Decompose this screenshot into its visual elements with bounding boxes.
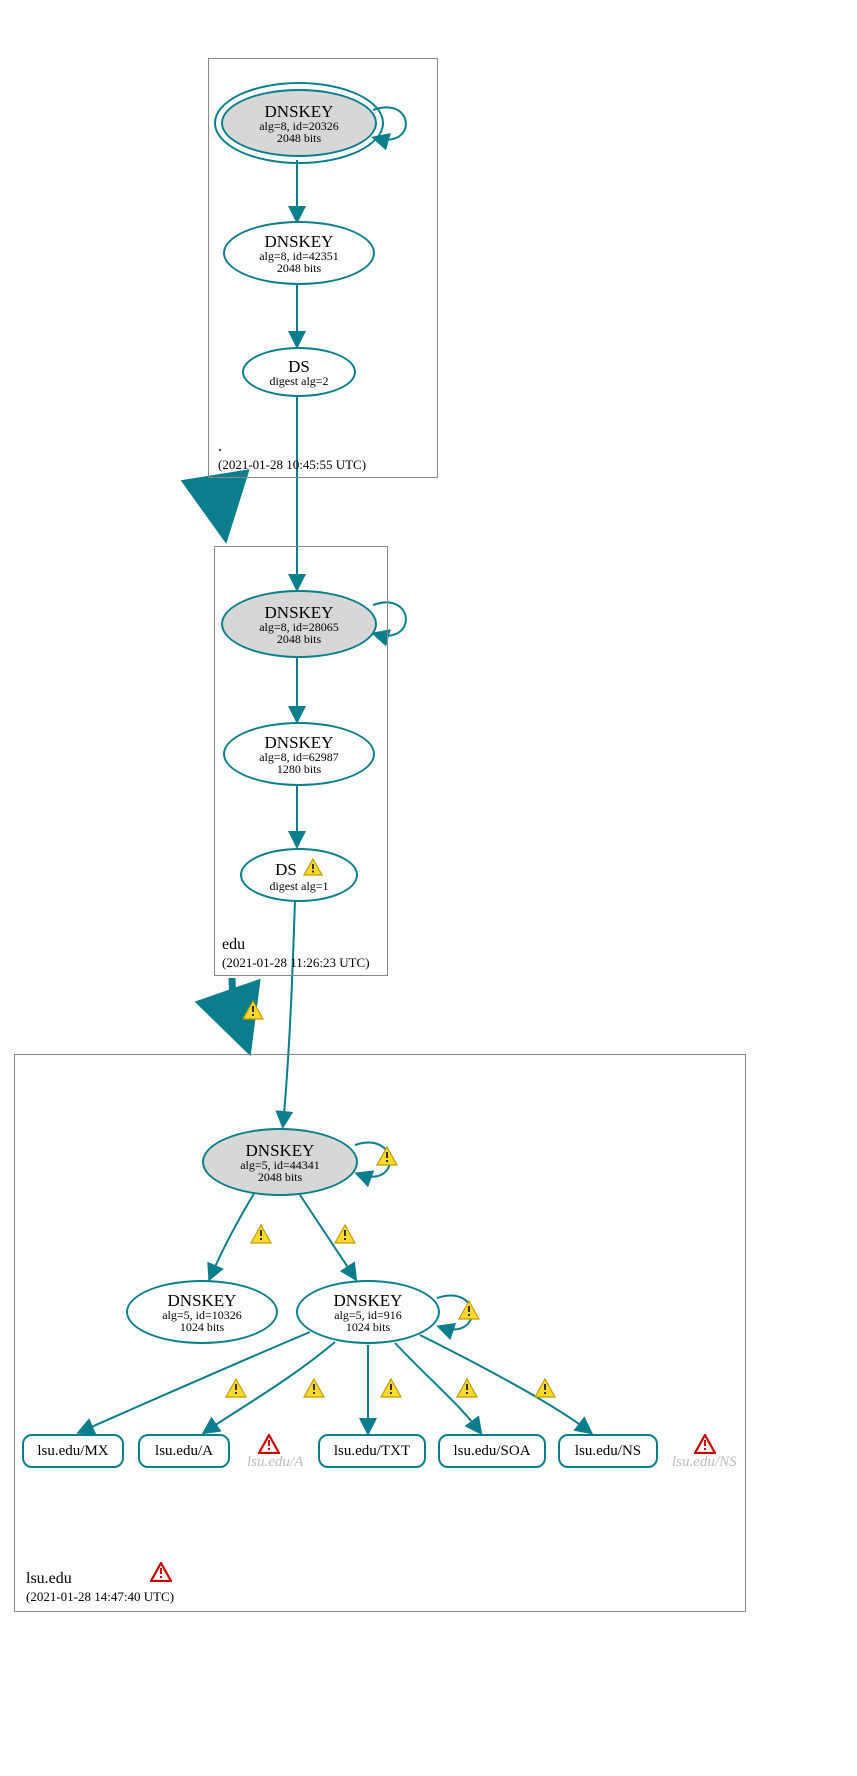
warning-icon — [303, 858, 323, 880]
node-root-zsk-alg: alg=8, id=42351 — [259, 250, 339, 262]
zone-edu-label: edu (2021-01-28 11:26:23 UTC) — [222, 936, 370, 971]
node-root-ksk[interactable]: DNSKEY alg=8, id=20326 2048 bits — [221, 89, 377, 157]
rr-ns-label: lsu.edu/NS — [575, 1444, 641, 1459]
warning-icon — [534, 1378, 556, 1398]
node-root-ksk-bits: 2048 bits — [277, 132, 321, 144]
node-edu-ksk-bits: 2048 bits — [277, 633, 321, 645]
error-icon — [258, 1434, 280, 1454]
rr-txt-label: lsu.edu/TXT — [334, 1444, 410, 1459]
node-lsu-zsk1-title: DNSKEY — [168, 1292, 237, 1309]
rr-a-label: lsu.edu/A — [155, 1444, 213, 1459]
warning-icon — [380, 1378, 402, 1398]
node-root-ds[interactable]: DS digest alg=2 — [242, 347, 356, 397]
node-edu-zsk-bits: 1280 bits — [277, 763, 321, 775]
node-root-ksk-alg: alg=8, id=20326 — [259, 120, 339, 132]
node-lsu-zsk2-alg: alg=5, id=916 — [334, 1309, 402, 1321]
node-lsu-zsk1[interactable]: DNSKEY alg=5, id=10326 1024 bits — [126, 1280, 278, 1344]
zone-root-name: . — [218, 438, 222, 455]
node-lsu-ksk[interactable]: DNSKEY alg=5, id=44341 2048 bits — [202, 1128, 358, 1196]
node-edu-ds-title: DS — [275, 861, 297, 878]
warning-icon — [303, 1378, 325, 1398]
zone-root-ts: (2021-01-28 10:45:55 UTC) — [218, 457, 366, 472]
node-lsu-zsk1-alg: alg=5, id=10326 — [162, 1309, 242, 1321]
node-rr-a[interactable]: lsu.edu/A — [138, 1434, 230, 1468]
zone-lsu-name: lsu.edu — [26, 1570, 72, 1587]
node-lsu-ksk-title: DNSKEY — [246, 1142, 315, 1159]
warning-icon — [242, 1000, 264, 1020]
node-rr-txt[interactable]: lsu.edu/TXT — [318, 1434, 426, 1468]
node-edu-zsk-alg: alg=8, id=62987 — [259, 751, 339, 763]
warning-icon — [376, 1146, 398, 1166]
warning-icon — [225, 1378, 247, 1398]
node-root-ds-title: DS — [288, 358, 310, 375]
node-edu-ksk-title: DNSKEY — [265, 604, 334, 621]
rr-soa-label: lsu.edu/SOA — [453, 1444, 530, 1459]
zone-edu-name: edu — [222, 936, 245, 953]
zone-edu-ts: (2021-01-28 11:26:23 UTC) — [222, 955, 370, 970]
node-lsu-zsk1-bits: 1024 bits — [180, 1321, 224, 1333]
warning-icon — [458, 1300, 480, 1320]
node-edu-zsk[interactable]: DNSKEY alg=8, id=62987 1280 bits — [223, 722, 375, 786]
ghost-rr-a: lsu.edu/A — [247, 1454, 303, 1471]
node-rr-soa[interactable]: lsu.edu/SOA — [438, 1434, 546, 1468]
node-lsu-ksk-alg: alg=5, id=44341 — [240, 1159, 320, 1171]
node-edu-ds-alg: digest alg=1 — [269, 880, 328, 892]
ghost-rr-ns: lsu.edu/NS — [672, 1454, 737, 1471]
node-lsu-zsk2-bits: 1024 bits — [346, 1321, 390, 1333]
node-edu-zsk-title: DNSKEY — [265, 734, 334, 751]
node-root-ksk-title: DNSKEY — [265, 103, 334, 120]
zone-lsu-ts: (2021-01-28 14:47:40 UTC) — [26, 1589, 174, 1604]
node-root-zsk-bits: 2048 bits — [277, 262, 321, 274]
node-root-zsk[interactable]: DNSKEY alg=8, id=42351 2048 bits — [223, 221, 375, 285]
node-lsu-ksk-bits: 2048 bits — [258, 1171, 302, 1183]
rr-mx-label: lsu.edu/MX — [37, 1444, 108, 1459]
error-icon — [150, 1562, 172, 1582]
node-lsu-zsk2-title: DNSKEY — [334, 1292, 403, 1309]
error-icon — [694, 1434, 716, 1454]
node-lsu-zsk2[interactable]: DNSKEY alg=5, id=916 1024 bits — [296, 1280, 440, 1344]
warning-icon — [334, 1224, 356, 1244]
node-root-zsk-title: DNSKEY — [265, 233, 334, 250]
node-root-ds-alg: digest alg=2 — [269, 375, 328, 387]
node-edu-ds[interactable]: DS digest alg=1 — [240, 848, 358, 902]
zone-root-label: . (2021-01-28 10:45:55 UTC) — [218, 438, 366, 473]
node-edu-ksk-alg: alg=8, id=28065 — [259, 621, 339, 633]
node-rr-ns[interactable]: lsu.edu/NS — [558, 1434, 658, 1468]
warning-icon — [250, 1224, 272, 1244]
node-rr-mx[interactable]: lsu.edu/MX — [22, 1434, 124, 1468]
node-edu-ksk[interactable]: DNSKEY alg=8, id=28065 2048 bits — [221, 590, 377, 658]
warning-icon — [456, 1378, 478, 1398]
